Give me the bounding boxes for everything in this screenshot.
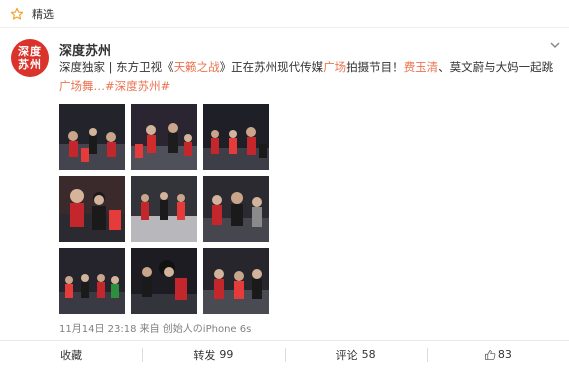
repost-label: 转发	[193, 348, 216, 362]
comment-label: 评论	[335, 348, 358, 362]
place-link[interactable]: 广场	[323, 60, 346, 74]
photo-thumbnail[interactable]	[131, 104, 197, 170]
chevron-down-icon[interactable]	[548, 38, 562, 52]
comment-count: 58	[361, 348, 376, 361]
photo-thumbnail[interactable]	[59, 248, 125, 314]
dance-photo	[131, 176, 197, 242]
repost-button[interactable]: 转发 99	[142, 341, 284, 368]
person-link[interactable]: 费玉清	[404, 60, 439, 74]
dance-photo	[203, 104, 269, 170]
featured-label: 精选	[32, 7, 54, 21]
dance-photo	[203, 248, 269, 314]
avatar-text-bottom: 苏州	[18, 58, 42, 71]
favorite-button[interactable]: 收藏	[0, 341, 142, 368]
username[interactable]: 深度苏州	[59, 40, 111, 59]
post-text-part: 、莫文蔚与大妈一起跳	[438, 60, 554, 74]
comment-button[interactable]: 评论 58	[284, 341, 427, 368]
topic-link[interactable]: 广场舞…	[59, 79, 105, 93]
post-text-part: 拍摄节目！	[346, 60, 404, 74]
photo-grid	[59, 104, 269, 314]
photo-thumbnail[interactable]	[203, 248, 269, 314]
post-text-part: 》正在苏州现代传媒	[219, 60, 324, 74]
post-text-part: 深度独家 | 东方卫视《	[59, 60, 174, 74]
star-icon	[10, 7, 24, 20]
weibo-post-card: 精选 深度 苏州 深度苏州 深度独家 | 东方卫视《天籁之战》正在苏州现代传媒广…	[0, 0, 569, 368]
dance-photo	[203, 176, 269, 242]
favorite-label: 收藏	[60, 348, 83, 362]
avatar[interactable]: 深度 苏州	[11, 39, 49, 77]
show-name-link[interactable]: 天籁之战	[174, 60, 220, 74]
avatar-text-top: 深度	[18, 45, 42, 58]
like-button[interactable]: 83	[426, 341, 569, 368]
photo-thumbnail[interactable]	[59, 176, 125, 242]
photo-thumbnail[interactable]	[59, 104, 125, 170]
dance-photo	[131, 104, 197, 170]
repost-count: 99	[219, 348, 234, 361]
dance-photo	[59, 104, 125, 170]
photo-thumbnail[interactable]	[131, 176, 197, 242]
dance-photo	[59, 176, 125, 242]
post-meta: 11月14日 23:18 来自 创始人のiPhone 6s	[59, 324, 252, 335]
post-text: 深度独家 | 东方卫视《天籁之战》正在苏州现代传媒广场拍摄节目！费玉清、莫文蔚与…	[59, 58, 559, 96]
thumbs-up-icon	[484, 349, 496, 360]
photo-thumbnail[interactable]	[203, 104, 269, 170]
hashtag-link[interactable]: #深度苏州#	[105, 79, 170, 93]
dance-photo	[131, 248, 197, 314]
photo-thumbnail[interactable]	[131, 248, 197, 314]
dance-photo	[59, 248, 125, 314]
photo-thumbnail[interactable]	[203, 176, 269, 242]
like-count: 83	[497, 348, 512, 361]
action-bar: 收藏 转发 99 评论 58 83	[0, 340, 569, 368]
featured-header: 精选	[0, 0, 569, 28]
